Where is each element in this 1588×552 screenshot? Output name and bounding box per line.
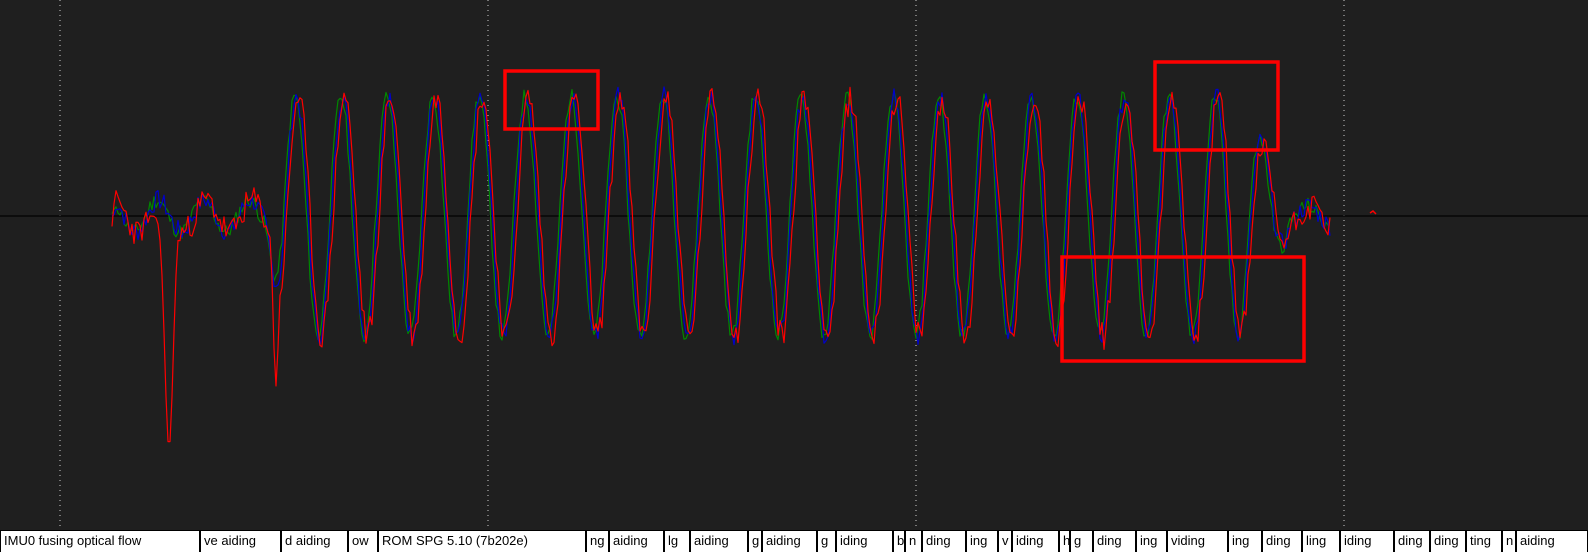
message-label[interactable]: n [905, 530, 922, 552]
message-label[interactable]: ding [922, 530, 966, 552]
message-label[interactable]: ding [1430, 530, 1466, 552]
message-label[interactable]: lg [664, 530, 690, 552]
message-label[interactable]: ding [1394, 530, 1430, 552]
message-label[interactable]: ing [966, 530, 998, 552]
message-label[interactable]: h [1059, 530, 1070, 552]
message-label[interactable]: ng [586, 530, 609, 552]
message-bar: IMU0 fusing optical flow ve aiding d aidin… [0, 530, 1588, 552]
message-label[interactable]: g [748, 530, 762, 552]
message-label[interactable]: g [817, 530, 836, 552]
message-label[interactable]: n [1502, 530, 1516, 552]
message-label[interactable]: g [1070, 530, 1093, 552]
message-label[interactable]: aiding [1516, 530, 1588, 552]
message-label[interactable]: ing [1136, 530, 1167, 552]
message-label[interactable]: ling [1302, 530, 1340, 552]
attitude-plot[interactable] [0, 0, 1588, 530]
message-label[interactable]: iding [836, 530, 893, 552]
message-label[interactable]: b [893, 530, 905, 552]
message-label[interactable]: ve aiding [200, 530, 281, 552]
message-label[interactable]: aiding [690, 530, 748, 552]
message-label[interactable]: viding [1167, 530, 1228, 552]
message-label[interactable]: aiding [609, 530, 664, 552]
message-label[interactable]: ow [348, 530, 378, 552]
message-label[interactable]: ing [1228, 530, 1262, 552]
message-label[interactable]: ROM SPG 5.10 (7b202e) [378, 530, 586, 552]
message-label[interactable]: v [998, 530, 1012, 552]
message-label[interactable]: d aiding [281, 530, 348, 552]
message-label[interactable]: iding [1340, 530, 1394, 552]
message-label[interactable]: ding [1262, 530, 1302, 552]
message-label[interactable]: iding [1012, 530, 1059, 552]
message-label[interactable]: ding [1093, 530, 1136, 552]
message-label[interactable]: IMU0 fusing optical flow [0, 530, 200, 552]
plot-background [0, 0, 1588, 530]
message-label[interactable]: ting [1466, 530, 1502, 552]
message-label[interactable]: aiding [762, 530, 817, 552]
